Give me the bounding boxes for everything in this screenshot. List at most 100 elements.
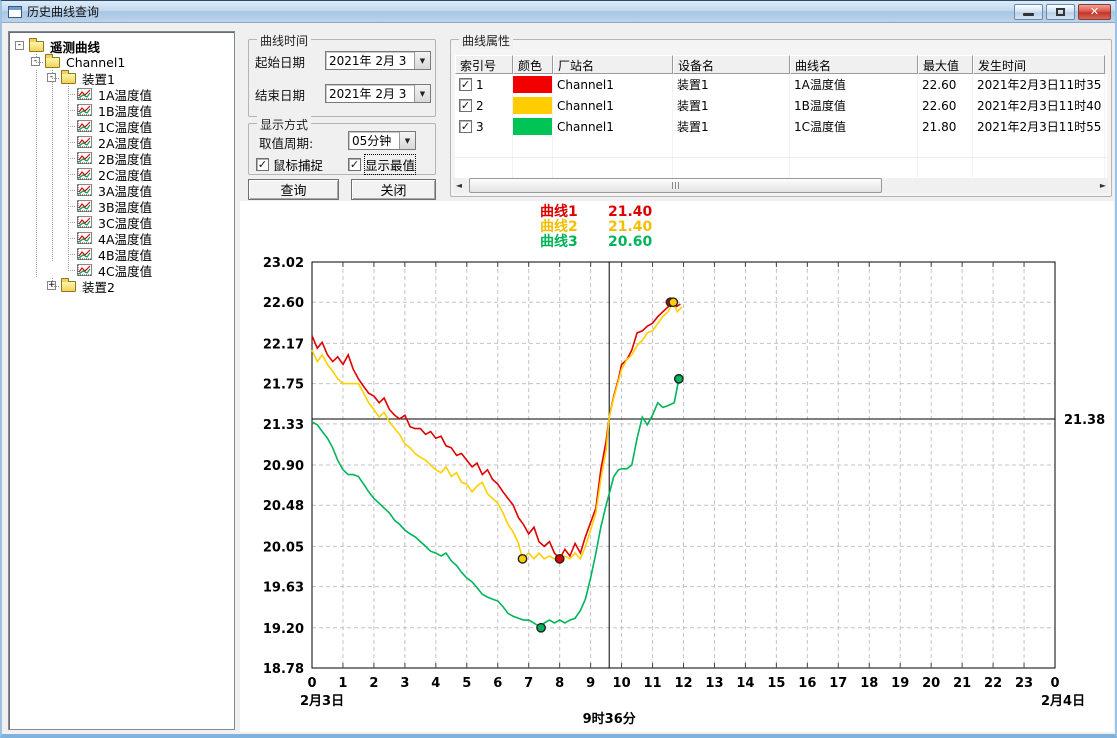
tree-guide (44, 134, 60, 150)
minimize-button[interactable] (1014, 4, 1043, 20)
x-tick-label: 15 (767, 676, 785, 691)
row-device-cell: 装置1 (673, 95, 790, 116)
chart-canvas: 曲线121.40曲线221.40曲线320.60 23.0222.6022.17… (240, 201, 1114, 732)
min-marker-curve-3 (537, 624, 545, 632)
curve-properties-group-title: 曲线属性 (459, 32, 513, 49)
scrollbar-thumb[interactable] (469, 178, 882, 193)
tree-item-Channel1[interactable]: -Channel1 (12, 54, 232, 70)
column-header-厂站名[interactable]: 厂站名 (553, 55, 673, 74)
tree-collapse-icon[interactable]: - (47, 73, 56, 82)
y-tick-label: 22.60 (263, 296, 304, 311)
table-row[interactable]: ✓3Channel1装置11C温度值21.802021年2月3日11时55 (455, 116, 1107, 137)
tree-guide (44, 230, 60, 246)
tree-item-4C温度值[interactable]: 4C温度值 (12, 262, 232, 278)
tree-item-装置2[interactable]: + 装置2 (12, 278, 232, 294)
start-date-value: 2021年 2月 3 (326, 52, 414, 69)
sample-period-value: 05分钟 (349, 132, 399, 149)
close-button[interactable]: ✕ (1078, 4, 1111, 20)
show-extremes-checkmark-icon[interactable]: ✓ (348, 158, 361, 171)
row-checkbox[interactable]: ✓ (459, 99, 472, 112)
row-checkbox[interactable]: ✓ (459, 78, 472, 91)
legend-value: 21.40 (608, 205, 652, 220)
sample-period-dropdown-icon[interactable]: ▼ (399, 132, 415, 149)
curve-icon (77, 264, 92, 276)
show-extremes-checkbox[interactable]: ✓ 显示最值 (348, 155, 415, 174)
tree-guide (44, 246, 60, 262)
table-empty-row (455, 158, 1107, 179)
column-header-最大值[interactable]: 最大值 (918, 55, 973, 74)
mouse-capture-checkmark-icon[interactable]: ✓ (256, 158, 269, 171)
x-date-left-label: 2月3日 (300, 694, 344, 709)
empty-cell (918, 137, 973, 157)
x-tick-label: 0 (1050, 676, 1059, 691)
start-date-select[interactable]: 2021年 2月 3 ▼ (325, 51, 431, 70)
end-date-value: 2021年 2月 3 (326, 85, 414, 102)
scrollbar-left-icon[interactable]: ◄ (453, 181, 465, 190)
x-date-right-label: 2月4日 (1041, 694, 1085, 709)
tree-connector (60, 198, 76, 214)
query-button[interactable]: 查询 (248, 179, 339, 200)
x-tick-label: 20 (922, 676, 940, 691)
row-index-cell: ✓2 (455, 95, 513, 116)
close-dialog-button[interactable]: 关闭 (351, 179, 436, 200)
column-header-发生时间[interactable]: 发生时间 (973, 55, 1105, 74)
row-max-cell: 22.60 (918, 74, 973, 95)
close-icon: ✕ (1090, 5, 1099, 18)
y-tick-label: 19.20 (263, 622, 304, 637)
legend-label: 曲线2 (540, 220, 592, 235)
y-tick-label: 19.63 (263, 581, 304, 596)
legend-row-2: 曲线221.40 (540, 220, 652, 235)
tree-connector (60, 262, 76, 278)
table-horizontal-scrollbar[interactable]: ◄ ► (453, 178, 1109, 193)
history-curve-chart[interactable]: 23.0222.6022.1721.7521.3320.9020.4820.05… (252, 250, 1117, 734)
tree-collapse-icon[interactable]: - (31, 57, 40, 66)
sample-period-select[interactable]: 05分钟 ▼ (348, 131, 416, 150)
row-index-cell: ✓3 (455, 116, 513, 137)
minimize-icon (1023, 13, 1034, 16)
row-color-cell (513, 95, 553, 116)
series-curve-1 (312, 302, 680, 559)
column-header-曲线名[interactable]: 曲线名 (790, 55, 918, 74)
curve-properties-group: 曲线属性 索引号颜色厂站名设备名曲线名最大值发生时间✓1Channel1装置11… (450, 39, 1112, 197)
tree-connector (60, 86, 76, 102)
tree-collapse-icon[interactable]: - (15, 41, 24, 50)
column-header-设备名[interactable]: 设备名 (673, 55, 790, 74)
y-tick-label: 18.78 (263, 662, 304, 677)
chart-legend: 曲线121.40曲线221.40曲线320.60 (540, 205, 652, 250)
end-date-dropdown-icon[interactable]: ▼ (414, 85, 430, 102)
start-date-dropdown-icon[interactable]: ▼ (414, 52, 430, 69)
tree-guide (28, 70, 44, 86)
telemetry-curve-tree[interactable]: -遥测曲线-Channel1-装置11A温度值1B温度值1C温度值2A温度值2B… (8, 31, 235, 730)
tree-item-label: 遥测曲线 (48, 37, 102, 56)
table-row[interactable]: ✓2Channel1装置11B温度值22.602021年2月3日11时40 (455, 95, 1107, 116)
x-tick-label: 7 (524, 676, 533, 691)
thumb-grip-icon (672, 182, 673, 189)
empty-cell (513, 137, 553, 157)
column-header-索引号[interactable]: 索引号 (455, 55, 513, 74)
scrollbar-right-icon[interactable]: ► (1097, 181, 1109, 190)
table-row[interactable]: ✓1Channel1装置11A温度值22.602021年2月3日11时35 (455, 74, 1107, 95)
max-marker-curve-3 (675, 375, 683, 383)
x-tick-label: 0 (307, 676, 316, 691)
tree-expand-icon[interactable]: + (47, 281, 56, 290)
x-tick-label: 6 (493, 676, 502, 691)
restore-button[interactable] (1046, 4, 1075, 20)
y-tick-label: 22.17 (263, 337, 304, 352)
row-checkbox[interactable]: ✓ (459, 120, 472, 133)
mouse-capture-checkbox[interactable]: ✓ 鼠标捕捉 (256, 155, 323, 174)
tree-connector (60, 246, 76, 262)
tree-guide (28, 230, 44, 246)
curve-icon (77, 152, 92, 164)
tree-item-遥测曲线[interactable]: - 遥测曲线 (12, 38, 232, 54)
x-tick-label: 14 (736, 676, 754, 691)
crosshair-time-label: 9时36分 (583, 711, 636, 727)
x-tick-label: 18 (860, 676, 878, 691)
end-date-select[interactable]: 2021年 2月 3 ▼ (325, 84, 431, 103)
tree-item-label: 装置2 (80, 277, 117, 296)
column-header-颜色[interactable]: 颜色 (513, 55, 553, 74)
x-tick-label: 9 (586, 676, 595, 691)
tree-connector (60, 118, 76, 134)
x-tick-label: 3 (400, 676, 409, 691)
thumb-grip-icon (678, 182, 679, 189)
legend-value: 20.60 (608, 235, 652, 250)
